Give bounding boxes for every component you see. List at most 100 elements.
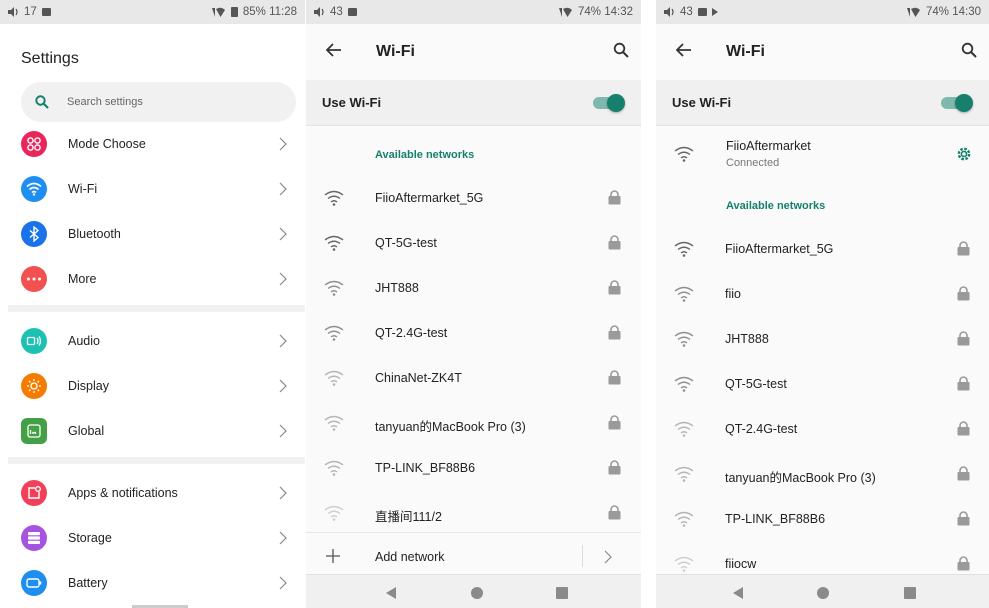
lock-icon <box>957 511 970 531</box>
network-name: tanyuan的MacBook Pro (3) <box>375 420 526 434</box>
back-arrow-icon[interactable] <box>326 43 342 57</box>
network-row[interactable]: TP-LINK_BF88B6 <box>656 497 989 542</box>
section-divider <box>8 305 305 312</box>
network-row[interactable]: fiio <box>656 272 989 317</box>
available-networks-header: Available networks <box>375 149 475 161</box>
network-name: QT-2.4G-test <box>375 326 448 340</box>
status-bar: 43 74% 14:30 <box>656 0 989 24</box>
network-row[interactable]: TP-LINK_BF88B6 <box>306 446 641 491</box>
display-sun-icon <box>21 373 47 399</box>
notification-icon <box>347 8 357 16</box>
wifi-signal-icon <box>324 460 344 481</box>
mode-choose-icon <box>21 131 47 157</box>
chevron-right-icon[interactable] <box>604 550 612 564</box>
battery-time-text: 74% 14:30 <box>926 6 981 18</box>
status-bar: 43 74% 14:32 <box>306 0 641 24</box>
gear-icon[interactable] <box>955 145 973 163</box>
wifi-status-icon <box>559 7 572 17</box>
settings-item-label: Mode Choose <box>68 137 146 151</box>
play-icon <box>711 8 718 16</box>
notification-icon <box>41 8 51 16</box>
search-icon <box>35 95 49 109</box>
network-row[interactable]: ChinaNet-ZK4T <box>306 356 641 401</box>
settings-item-battery[interactable]: Battery <box>0 561 305 605</box>
global-icon <box>21 418 47 444</box>
search-icon[interactable] <box>961 42 977 58</box>
network-name: 直播间111/2 <box>375 510 442 524</box>
network-row[interactable]: FiioAftermarket_5G <box>656 227 989 272</box>
network-row[interactable]: FiioAftermarket_5G <box>306 176 641 221</box>
volume-level: 43 <box>330 6 343 18</box>
wifi-signal-icon <box>674 146 694 162</box>
network-row[interactable]: QT-5G-test <box>306 221 641 266</box>
wifi-signal-icon <box>674 511 694 532</box>
lock-icon <box>957 331 970 351</box>
wifi-icon <box>21 176 47 202</box>
search-icon[interactable] <box>613 42 629 58</box>
settings-item-display[interactable]: Display <box>0 364 305 408</box>
use-wifi-row[interactable]: Use Wi-Fi <box>306 80 641 126</box>
app-bar: Wi-Fi <box>656 24 989 80</box>
network-name: fiio <box>725 287 741 301</box>
settings-item-apps-notifications[interactable]: Apps & notifications <box>0 471 305 515</box>
lock-icon <box>608 370 621 390</box>
network-row[interactable]: JHT888 <box>306 266 641 311</box>
add-network-row[interactable]: Add network <box>306 532 641 578</box>
search-input[interactable]: Search settings <box>21 82 296 122</box>
use-wifi-label: Use Wi-Fi <box>322 95 382 110</box>
chevron-right-icon <box>279 334 287 348</box>
network-row[interactable]: QT-2.4G-test <box>656 407 989 452</box>
nav-back-icon[interactable] <box>386 587 396 599</box>
settings-item-storage[interactable]: Storage <box>0 516 305 560</box>
wifi-toggle[interactable] <box>593 93 625 112</box>
network-row[interactable]: tanyuan的MacBook Pro (3) <box>656 452 989 497</box>
wifi-signal-icon <box>324 415 344 436</box>
wifi-signal-icon <box>324 280 344 301</box>
nav-home-icon[interactable] <box>817 587 829 599</box>
connected-network-row[interactable]: FiioAftermarket Connected <box>656 126 989 184</box>
navigation-bar <box>656 574 989 608</box>
network-row[interactable]: tanyuan的MacBook Pro (3) <box>306 401 641 446</box>
network-name: tanyuan的MacBook Pro (3) <box>725 471 876 485</box>
use-wifi-label: Use Wi-Fi <box>672 95 732 110</box>
back-arrow-icon[interactable] <box>676 43 692 57</box>
wifi-toggle[interactable] <box>941 93 973 112</box>
network-row[interactable]: 直播间111/2 <box>306 491 641 536</box>
chevron-right-icon <box>279 137 287 151</box>
settings-item-audio[interactable]: Audio <box>0 319 305 363</box>
lock-icon <box>608 505 621 525</box>
chevron-right-icon <box>279 272 287 286</box>
settings-item-global[interactable]: Global <box>0 409 305 453</box>
chevron-right-icon <box>279 227 287 241</box>
network-row[interactable]: JHT888 <box>656 317 989 362</box>
nav-recents-icon[interactable] <box>904 587 916 599</box>
volume-icon <box>8 7 18 17</box>
battery-icon <box>21 570 47 596</box>
nav-home-icon[interactable] <box>471 587 483 599</box>
use-wifi-row[interactable]: Use Wi-Fi <box>656 80 989 126</box>
wifi-signal-icon <box>674 421 694 442</box>
battery-time-text: 74% 14:32 <box>578 6 633 18</box>
battery-status-icon <box>230 7 238 17</box>
settings-item-wifi[interactable]: Wi-Fi <box>0 167 305 211</box>
audio-icon <box>21 328 47 354</box>
settings-item-more[interactable]: More <box>0 257 305 301</box>
chevron-right-icon <box>279 576 287 590</box>
settings-item-bluetooth[interactable]: Bluetooth <box>0 212 305 256</box>
wifi-signal-icon <box>674 376 694 397</box>
chevron-right-icon <box>279 531 287 545</box>
settings-item-mode-choose[interactable]: Mode Choose <box>0 122 305 166</box>
network-name: QT-5G-test <box>725 377 787 391</box>
nav-back-icon[interactable] <box>733 587 743 599</box>
volume-icon <box>314 7 324 17</box>
bluetooth-icon <box>21 221 47 247</box>
network-row[interactable]: QT-2.4G-test <box>306 311 641 356</box>
navigation-bar <box>306 574 641 608</box>
network-row[interactable]: QT-5G-test <box>656 362 989 407</box>
wifi-signal-icon <box>674 241 694 262</box>
wifi-screen-connected: 43 74% 14:30 Wi-Fi Use Wi-Fi FiioAfterma… <box>656 0 989 608</box>
settings-item-label: Apps & notifications <box>68 486 178 500</box>
settings-item-label: Bluetooth <box>68 227 121 241</box>
settings-item-label: Battery <box>68 576 108 590</box>
nav-recents-icon[interactable] <box>556 587 568 599</box>
